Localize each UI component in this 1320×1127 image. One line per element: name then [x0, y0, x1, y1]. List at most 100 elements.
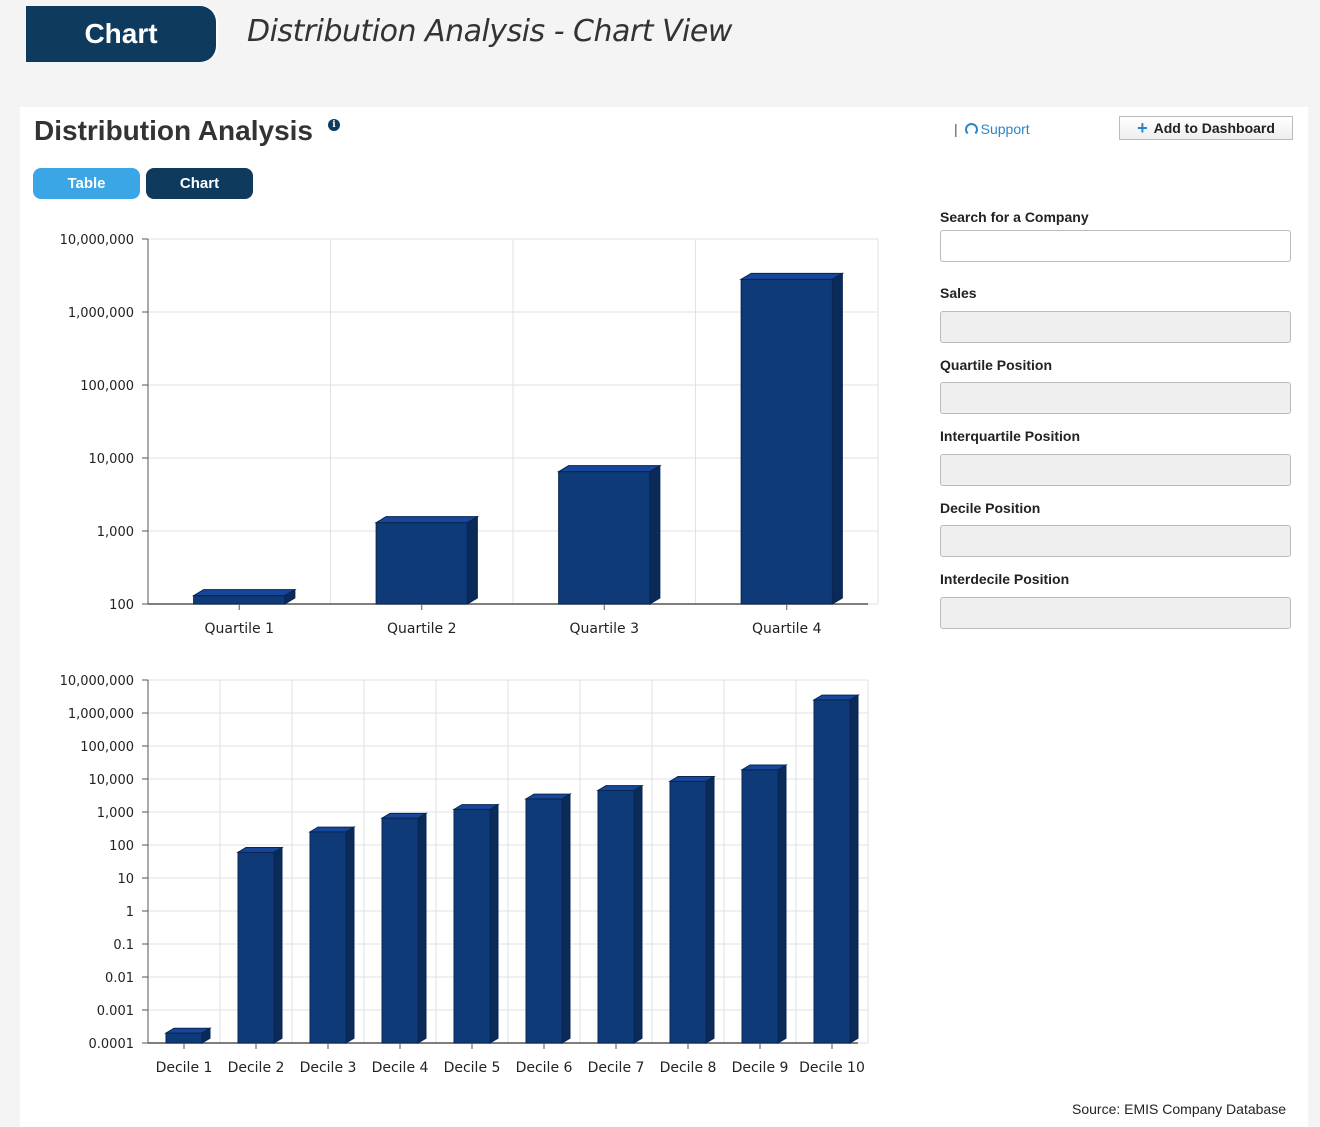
y-tick-label: 100: [109, 839, 134, 854]
add-to-dashboard-label: Add to Dashboard: [1153, 120, 1275, 136]
bar-top: [556, 465, 662, 473]
x-tick-label: Decile 1: [156, 1060, 213, 1076]
bar-side: [633, 784, 643, 1044]
bar-side: [649, 464, 661, 605]
y-tick-label: 100: [109, 598, 134, 613]
bar: [164, 1027, 212, 1044]
x-tick-label: Decile 8: [660, 1060, 717, 1076]
x-tick-label: Quartile 1: [205, 621, 274, 637]
decile-position-field[interactable]: [940, 525, 1291, 557]
x-tick-label: Decile 6: [516, 1060, 573, 1076]
y-tick-label: 10,000,000: [60, 674, 134, 689]
source-note: Source: EMIS Company Database: [1072, 1101, 1286, 1117]
plus-icon: +: [1137, 118, 1148, 138]
bar-side: [849, 694, 859, 1044]
bar-side: [345, 826, 355, 1044]
page-caption: Distribution Analysis - Chart View: [247, 14, 732, 49]
bar-side: [831, 272, 843, 605]
y-tick-label: 0.001: [97, 1004, 134, 1019]
y-tick-label: 1: [126, 905, 134, 920]
bar: [452, 803, 500, 1044]
y-tick-label: 10,000: [89, 452, 135, 467]
bar-front: [669, 780, 707, 1044]
bar-top: [374, 516, 480, 524]
bar-side: [561, 793, 571, 1044]
y-tick-label: 0.0001: [89, 1037, 135, 1052]
x-tick-label: Decile 5: [444, 1060, 501, 1076]
search-company-label: Search for a Company: [940, 209, 1089, 225]
y-tick-label: 1,000: [97, 525, 134, 540]
bar-front: [237, 851, 275, 1044]
bar: [812, 694, 860, 1044]
support-label: Support: [980, 121, 1030, 137]
bar-front: [381, 817, 419, 1044]
y-tick-label: 10: [117, 872, 134, 887]
bar: [524, 793, 572, 1044]
headset-icon: [964, 122, 978, 136]
search-company-input[interactable]: [940, 230, 1291, 262]
interdecile-position-label: Interdecile Position: [940, 571, 1070, 587]
bar-top: [739, 272, 845, 280]
support-separator: |: [954, 121, 958, 137]
bar: [191, 588, 297, 605]
x-tick-label: Quartile 4: [752, 621, 822, 637]
panel-title: Distribution Analysis: [34, 115, 314, 146]
bar-front: [309, 831, 347, 1044]
interdecile-position-field[interactable]: [940, 597, 1291, 629]
bar: [374, 515, 480, 605]
y-tick-label: 1,000,000: [68, 306, 134, 321]
bar-front: [525, 798, 563, 1044]
x-tick-label: Quartile 3: [570, 621, 639, 637]
tab-chart[interactable]: Chart: [146, 168, 253, 199]
add-to-dashboard-button[interactable]: + Add to Dashboard: [1119, 116, 1293, 140]
y-tick-label: 100,000: [80, 740, 134, 755]
y-tick-label: 0.01: [105, 971, 134, 986]
bar: [739, 272, 845, 605]
sales-label: Sales: [940, 285, 977, 301]
y-tick-label: 0.1: [113, 938, 134, 953]
chart-view-badge: Chart: [26, 6, 216, 62]
y-tick-label: 10,000: [89, 773, 135, 788]
quartile-position-field[interactable]: [940, 382, 1291, 414]
bar-side: [489, 803, 499, 1044]
bar-front: [740, 278, 833, 605]
bar: [740, 764, 788, 1044]
bar: [308, 826, 356, 1044]
x-tick-label: Decile 3: [300, 1060, 357, 1076]
bar-front: [193, 595, 286, 605]
decile-position-label: Decile Position: [940, 500, 1041, 516]
distribution-panel: Distribution Analysis i Table Chart | Su…: [20, 107, 1308, 1127]
bar-front: [741, 769, 779, 1044]
bar-side: [466, 515, 478, 605]
x-tick-label: Decile 7: [588, 1060, 645, 1076]
bar-side: [705, 775, 715, 1044]
info-icon[interactable]: i: [328, 119, 340, 131]
x-tick-label: Decile 4: [372, 1060, 429, 1076]
bar-front: [375, 522, 468, 605]
interquartile-position-field[interactable]: [940, 454, 1291, 486]
y-tick-label: 1,000,000: [68, 707, 134, 722]
support-link[interactable]: | Support: [954, 121, 1030, 137]
x-tick-label: Decile 9: [732, 1060, 789, 1076]
sales-field[interactable]: [940, 311, 1291, 343]
interquartile-position-label: Interquartile Position: [940, 428, 1081, 444]
quartile-position-label: Quartile Position: [940, 357, 1053, 373]
bar-front: [453, 808, 491, 1044]
bar-front: [165, 1032, 203, 1044]
y-tick-label: 1,000: [97, 806, 134, 821]
bar: [380, 812, 428, 1044]
y-tick-label: 100,000: [80, 379, 134, 394]
decile-chart: 0.0001 0.001 0.01 0.1 1 10 100 1,000 10,000 100,0…: [60, 674, 869, 1076]
bar-top: [191, 589, 297, 597]
bar: [236, 846, 284, 1044]
x-tick-label: Decile 2: [228, 1060, 285, 1076]
bar-side: [777, 764, 787, 1044]
tab-table[interactable]: Table: [33, 168, 140, 199]
y-tick-label: 10,000,000: [60, 233, 134, 248]
bar-front: [558, 471, 651, 605]
bar-front: [813, 699, 851, 1044]
bar-side: [417, 812, 427, 1044]
bar-front: [597, 789, 635, 1044]
bar: [556, 464, 662, 605]
x-tick-label: Decile 10: [799, 1060, 865, 1076]
